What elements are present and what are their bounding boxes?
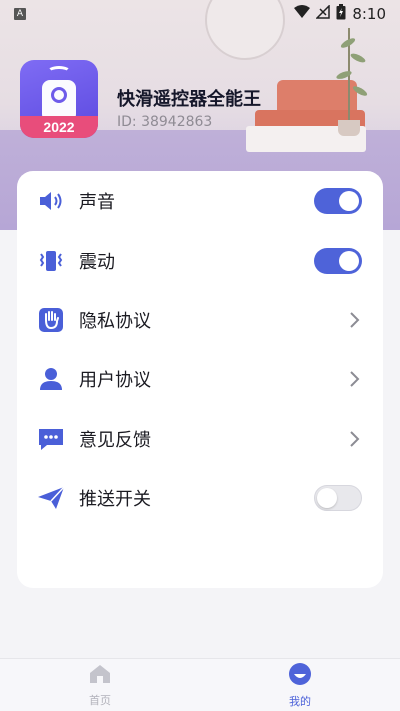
setting-row-privacy[interactable]: 隐私协议 [17,298,383,342]
paper-plane-icon [37,484,65,512]
push-toggle[interactable] [314,485,362,511]
hand-icon [37,306,65,334]
settings-card: 声音 震动 隐私协议 用户协议 意见反馈 推送开关 [17,171,383,588]
chevron-right-icon [349,369,361,389]
sound-toggle[interactable] [314,188,362,214]
setting-row-vibration[interactable]: 震动 [17,239,383,283]
nav-home[interactable]: 首页 [0,659,200,711]
nav-label: 我的 [289,694,311,708]
bottom-nav: 首页 我的 [0,658,400,711]
remote-dpad [51,87,67,103]
status-bar: A 8:10 [0,0,400,28]
chevron-right-icon [349,310,361,330]
setting-label: 声音 [79,192,115,213]
chevron-right-icon [349,429,361,449]
profile-icon [288,662,312,690]
home-icon [88,663,112,689]
app-icon-year: 2022 [20,116,98,138]
user-id: ID: 38942863 [117,114,213,130]
setting-row-sound[interactable]: 声音 [17,179,383,223]
setting-row-user-agreement[interactable]: 用户协议 [17,357,383,401]
plant-leaf [349,51,367,65]
toggle-knob [339,251,359,271]
app-icon: 2022 [20,60,98,138]
toggle-knob [339,191,359,211]
setting-label: 推送开关 [79,489,151,510]
wifi-icon [294,5,311,23]
vibration-icon [37,247,65,275]
vibration-toggle[interactable] [314,248,362,274]
app-name: 快滑遥控器全能王 [117,89,261,110]
speaker-icon [37,187,65,215]
setting-label: 震动 [79,252,115,273]
setting-label: 意见反馈 [79,430,151,451]
clock: 8:10 [352,5,386,23]
nav-label: 首页 [89,693,111,707]
signal-icon [315,4,331,23]
battery-icon [336,4,346,24]
chat-bubble-icon [37,425,65,453]
setting-row-push[interactable]: 推送开关 [17,476,383,520]
signal-waves-icon [47,66,71,78]
user-icon [37,365,65,393]
setting-row-feedback[interactable]: 意见反馈 [17,417,383,461]
nav-profile[interactable]: 我的 [200,659,400,711]
plant-pot [338,120,360,136]
sim-indicator: A [14,8,26,20]
setting-label: 用户协议 [79,370,151,391]
toggle-knob [317,488,337,508]
setting-label: 隐私协议 [79,311,151,332]
